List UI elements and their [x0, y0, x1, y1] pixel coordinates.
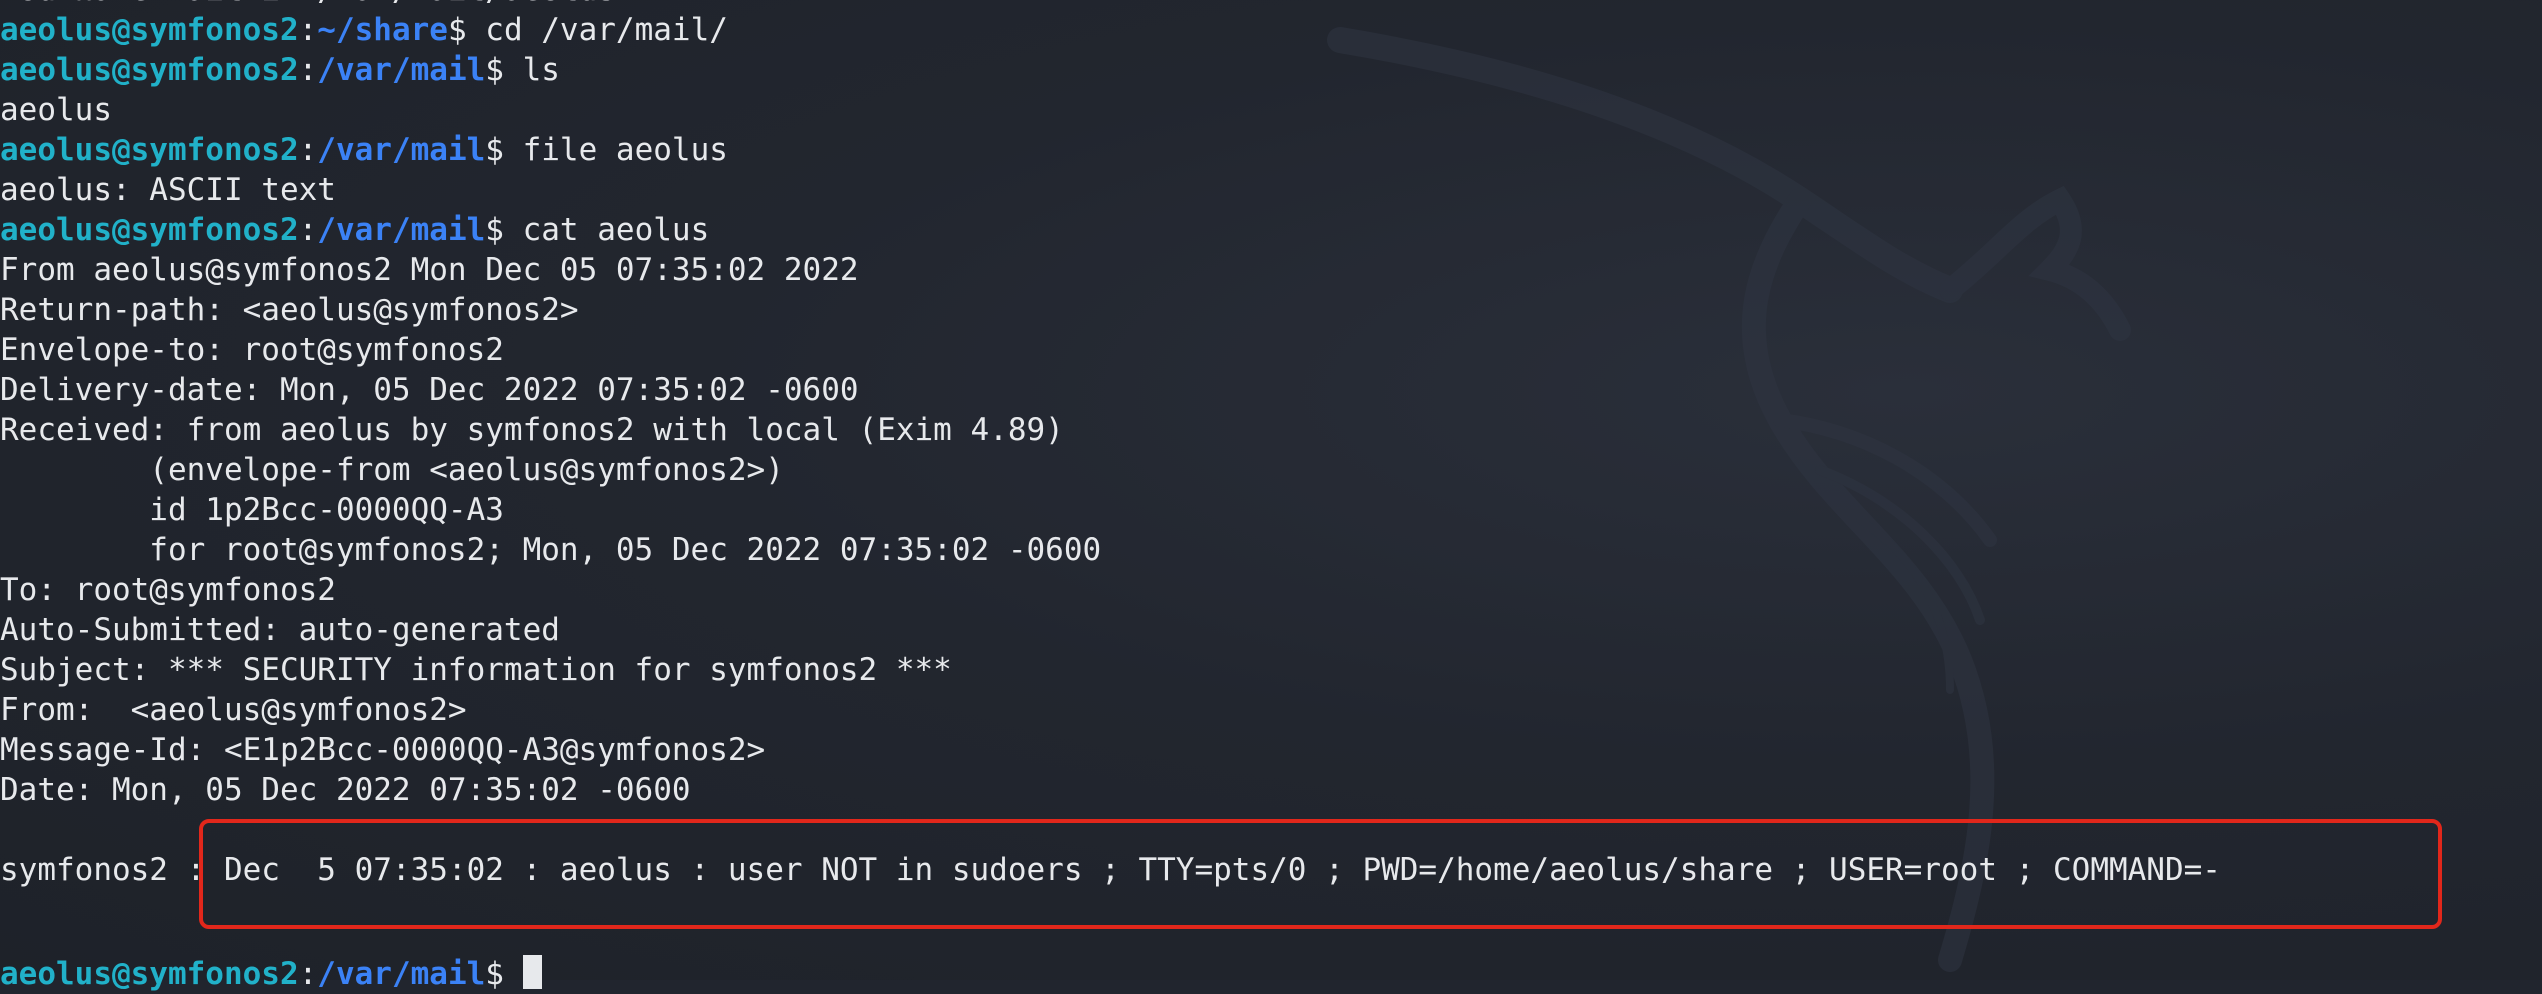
terminal-prompt-line: aeolus@symfonos2:~/share$ cd /var/mail/ [0, 12, 728, 48]
mail-line: To: root@symfonos2 [0, 572, 336, 608]
mail-line: Delivery-date: Mon, 05 Dec 2022 07:35:02… [0, 372, 859, 408]
command-text: ls [522, 52, 560, 88]
terminal-line-partial: You have mail in /var/mail/aeolus [0, 0, 2540, 10]
mail-line: (envelope-from <aeolus@symfonos2>) [0, 452, 784, 488]
terminal-output[interactable]: You have mail in /var/mail/aeolus aeolus… [0, 0, 2540, 890]
prompt-user: aeolus@symfonos2 [0, 12, 299, 48]
prompt-path: /var/mail [317, 956, 486, 992]
mail-line: Date: Mon, 05 Dec 2022 07:35:02 -0600 [0, 772, 691, 808]
command-text: cat aeolus [522, 212, 710, 248]
mail-line: Message-Id: <E1p2Bcc-0000QQ-A3@symfonos2… [0, 732, 766, 768]
terminal-prompt-line: aeolus@symfonos2:/var/mail$ file aeolus [0, 132, 728, 168]
highlight-box [199, 819, 2442, 929]
mail-line: From: <aeolus@symfonos2> [0, 692, 467, 728]
prompt-user: aeolus@symfonos2 [0, 52, 299, 88]
terminal-output-line: aeolus: ASCII text [0, 172, 336, 208]
terminal-prompt-line: aeolus@symfonos2:/var/mail$ cat aeolus [0, 212, 710, 248]
mail-line: Envelope-to: root@symfonos2 [0, 332, 504, 368]
command-text: file aeolus [522, 132, 728, 168]
prompt-user: aeolus@symfonos2 [0, 212, 299, 248]
terminal-prompt-line: aeolus@symfonos2:/var/mail$ ls [0, 52, 560, 88]
terminal-prompt-line[interactable]: aeolus@symfonos2:/var/mail$ [0, 954, 542, 994]
prompt-path: /var/mail [317, 132, 486, 168]
prompt-path: ~/share [317, 12, 448, 48]
command-text: cd /var/mail/ [485, 12, 728, 48]
mail-line: Return-path: <aeolus@symfonos2> [0, 292, 579, 328]
mail-line: for root@symfonos2; Mon, 05 Dec 2022 07:… [0, 532, 1102, 568]
mail-line: Auto-Submitted: auto-generated [0, 612, 560, 648]
cursor-icon [522, 955, 542, 989]
prompt-path: /var/mail [317, 52, 486, 88]
mail-line: Subject: *** SECURITY information for sy… [0, 652, 952, 688]
mail-line: From aeolus@symfonos2 Mon Dec 05 07:35:0… [0, 252, 859, 288]
mail-line: id 1p2Bcc-0000QQ-A3 [0, 492, 504, 528]
mail-line: Received: from aeolus by symfonos2 with … [0, 412, 1064, 448]
terminal-output-line: aeolus [0, 92, 112, 128]
prompt-user: aeolus@symfonos2 [0, 132, 299, 168]
prompt-path: /var/mail [317, 212, 486, 248]
prompt-user: aeolus@symfonos2 [0, 956, 299, 992]
terminal-window[interactable]: You have mail in /var/mail/aeolus aeolus… [0, 0, 2542, 992]
